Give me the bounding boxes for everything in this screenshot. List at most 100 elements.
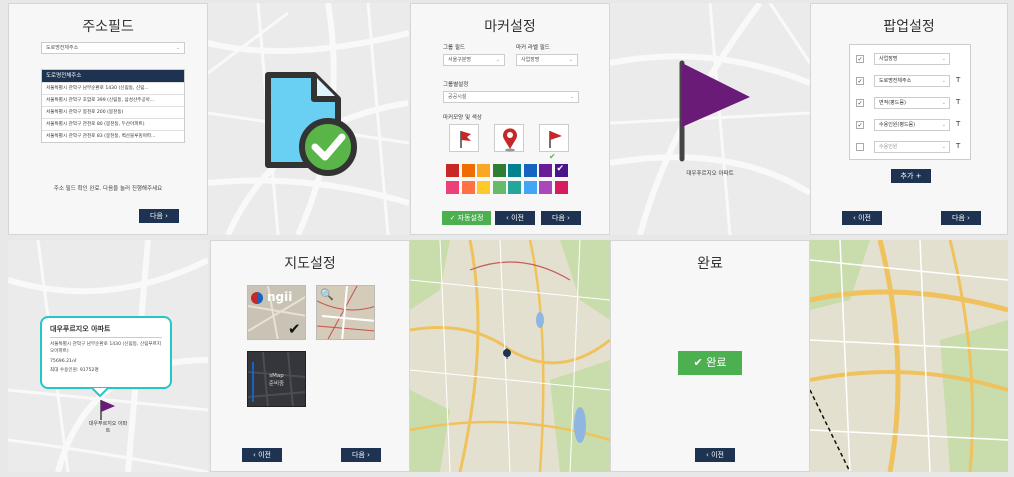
field-select[interactable]: 수용인원 ⌄	[874, 141, 950, 153]
label-field-select[interactable]: 사업장명 ⌄	[516, 54, 578, 66]
map-tile-popup: 대우푸르지오 아파트 서울특별시 관악구 남부순환로 1430 (신림동, 신림…	[8, 240, 208, 472]
chevron-down-icon: ⌄	[569, 94, 574, 100]
chevron-right-icon: ›	[165, 212, 168, 220]
panel-title: 주소필드	[82, 19, 134, 35]
field-checkbox[interactable]: ✓	[856, 77, 864, 85]
marker-label: 대우푸르지오 아파트	[88, 421, 128, 434]
color-swatch[interactable]: ✔	[554, 164, 568, 177]
field-select[interactable]: 면적(평드뭄) ⌄	[874, 97, 950, 109]
panel-title: 팝업설정	[883, 19, 935, 35]
chevron-right-icon: ›	[967, 214, 970, 222]
prev-button[interactable]: ‹ 이전	[695, 448, 735, 462]
map-option-standard[interactable]: 🔍	[316, 285, 375, 340]
marker-settings-panel: 마커설정 그룹 필드 서울구분명 ⌄ 마커 라벨 필드 사업장명 ⌄ 그룹별설정 공…	[410, 3, 610, 235]
marker-shape-pennant[interactable]	[539, 124, 569, 152]
map-background	[810, 240, 1008, 472]
magnifier-icon: 🔍	[320, 288, 334, 301]
next-button[interactable]: 다음 ›	[541, 211, 581, 225]
field-select[interactable]: 수용인원(평드뭄) ⌄	[874, 119, 950, 131]
field-checkbox[interactable]: ✓	[856, 99, 864, 107]
chevron-right-icon: ›	[567, 214, 570, 222]
color-swatch[interactable]	[461, 180, 475, 194]
field-select[interactable]: 도로명전체주소 ⌄	[874, 75, 950, 87]
text-type-icon[interactable]: T	[956, 142, 960, 150]
color-swatch[interactable]	[539, 164, 552, 177]
text-type-icon[interactable]: T	[956, 120, 960, 128]
group-field-label: 그룹 필드	[443, 45, 465, 51]
panel-title: 마커설정	[484, 19, 536, 35]
popup-field-row: ✓ 수용인원(평드뭄) ⌄ T	[856, 119, 968, 133]
field-checkbox[interactable]	[856, 143, 864, 151]
address-field-select[interactable]: 도로명전체주소 ⌄	[41, 42, 185, 54]
text-type-icon[interactable]: T	[956, 76, 960, 84]
field-checkbox[interactable]: ✓	[856, 55, 864, 63]
color-swatch[interactable]	[508, 164, 521, 177]
color-swatch[interactable]	[523, 180, 537, 194]
field-checkbox[interactable]: ✓	[856, 121, 864, 129]
label-field-label: 마커 라벨 필드	[516, 45, 550, 51]
map-tile-terrain	[410, 240, 610, 472]
color-swatch[interactable]	[508, 180, 521, 194]
flag-icon	[460, 131, 471, 148]
address-list-item[interactable]: 서울특별시 관악구 관천로 80 (봉천동, 두산아파트)	[42, 118, 184, 130]
color-swatch[interactable]	[477, 180, 490, 194]
chevron-left-icon: ‹	[853, 214, 856, 222]
next-button[interactable]: 다음 ›	[139, 209, 179, 223]
text-type-icon[interactable]: T	[956, 98, 960, 106]
popup-tail	[91, 388, 109, 398]
chevron-right-icon: ›	[367, 451, 370, 459]
flag-marker-icon	[679, 60, 750, 162]
map-settings-panel: 지도설정 ngii ✔ 🔍 sMap 준비중 ‹ 이전 다음 ›	[210, 240, 410, 472]
popup-capacity: 최대 수용인원: 91752명	[50, 368, 99, 373]
map-marker-icon	[503, 348, 511, 359]
address-list-item[interactable]: 서울특별시 관악구 봉천로 200 (봉천동)	[42, 106, 184, 118]
auto-setting-button[interactable]: ✓ 자동설정	[442, 211, 491, 225]
color-swatch[interactable]	[554, 180, 568, 194]
add-button[interactable]: 추가 +	[891, 169, 931, 183]
color-swatch[interactable]	[492, 164, 506, 177]
color-swatch[interactable]	[539, 180, 552, 194]
popup-area: 75696.21㎡	[50, 359, 77, 364]
marker-shape-flag[interactable]	[449, 124, 479, 152]
panel-title: 지도설정	[284, 256, 336, 272]
color-swatch[interactable]	[523, 164, 537, 177]
address-list: 도로명전체주소 서울특별시 관악구 남부순환로 1430 (신림동, 신림...…	[41, 69, 185, 143]
next-button[interactable]: 다음 ›	[341, 448, 381, 462]
address-list-item[interactable]: 서울특별시 관악구 관천로 83 (봉천동, 벽산블루밍아파...	[42, 130, 184, 142]
popup-field-row: ✓ 도로명전체주소 ⌄ T	[856, 75, 968, 89]
chevron-left-icon: ‹	[253, 451, 256, 459]
popup-field-row: ✓ 면적(평드뭄) ⌄ T	[856, 97, 968, 111]
color-swatch[interactable]	[492, 180, 506, 194]
prev-button[interactable]: ‹ 이전	[242, 448, 282, 462]
color-swatch[interactable]	[446, 180, 459, 194]
document-check-icon	[265, 72, 357, 176]
flag-marker-icon	[100, 400, 115, 420]
map-option-ngii[interactable]: ngii ✔	[247, 285, 306, 340]
chevron-down-icon: ⌄	[568, 57, 573, 63]
prev-button[interactable]: ‹ 이전	[842, 211, 882, 225]
ngii-logo-icon	[251, 292, 263, 304]
chevron-down-icon: ⌄	[941, 144, 946, 150]
marker-shape-pin[interactable]	[494, 124, 524, 152]
address-list-header: 도로명전체주소	[42, 70, 184, 82]
prev-button[interactable]: ‹ 이전	[495, 211, 535, 225]
color-swatch[interactable]	[477, 164, 490, 177]
group-field-select[interactable]: 서울구분명 ⌄	[443, 54, 505, 66]
address-list-item[interactable]: 서울특별시 관악구 남부순환로 1430 (신림동, 신림...	[42, 82, 184, 94]
map-option-smap[interactable]: sMap 준비중	[247, 351, 306, 407]
complete-button[interactable]: ✔ 완료	[678, 351, 742, 375]
group-setting-select[interactable]: 공공시설 ⌄	[443, 91, 579, 103]
address-list-item[interactable]: 서울특별시 관악구 호암로 399 (신림동, 삼성산주공아...	[42, 94, 184, 106]
map-tile-document	[208, 3, 409, 235]
panel-title: 완료	[697, 256, 723, 272]
color-swatch[interactable]	[446, 164, 459, 177]
marker-shape-label: 마커모양 및 색상	[443, 115, 482, 121]
map-tile-zoomed	[810, 240, 1008, 472]
color-swatch[interactable]	[461, 164, 475, 177]
chevron-down-icon: ⌄	[941, 78, 946, 84]
field-select[interactable]: 사업장명 ⌄	[874, 53, 950, 65]
next-button[interactable]: 다음 ›	[941, 211, 981, 225]
map-option-label: ngii	[267, 290, 293, 304]
chevron-down-icon: ⌄	[495, 57, 500, 63]
chevron-down-icon: ⌄	[941, 122, 946, 128]
